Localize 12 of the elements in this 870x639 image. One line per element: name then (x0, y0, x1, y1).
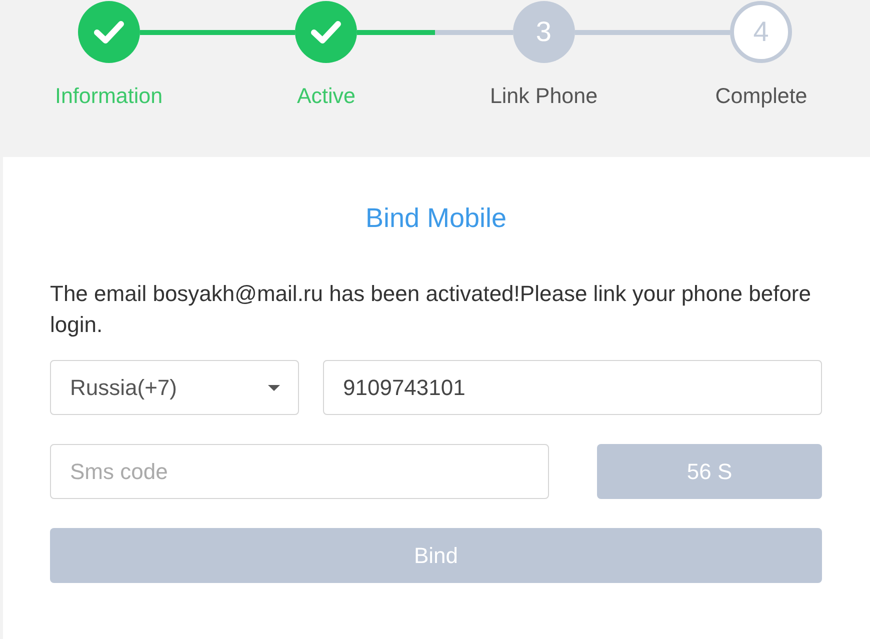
check-icon (311, 20, 342, 44)
caret-down-icon (268, 384, 280, 390)
message-text: The email bosyakh@mail.ru has been activated!Please link your phone before login. (50, 280, 812, 339)
step-label: Active (296, 84, 356, 108)
sms-code-input[interactable]: Sms code (50, 444, 549, 499)
step-label: Information (54, 84, 163, 108)
step-label: Link Phone (490, 84, 598, 108)
card-title: Bind Mobile (365, 202, 507, 234)
check-icon (94, 20, 124, 44)
country-select[interactable]: Russia(+7) (50, 360, 299, 415)
step-label: Complete (715, 84, 808, 108)
phone-input[interactable]: 9109743101 (323, 360, 822, 415)
